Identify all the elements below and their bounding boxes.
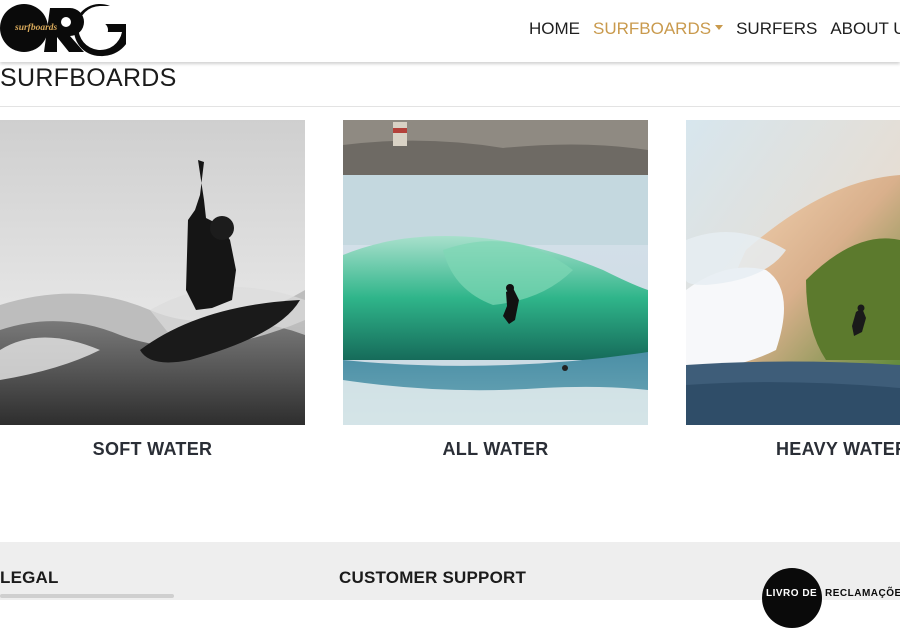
caret-down-icon (715, 25, 724, 31)
category-card-all-water[interactable]: ALL WATER (343, 120, 648, 460)
main-nav: HOME SURFBOARDS SURFERS ABOUT US C (529, 18, 900, 40)
site-header: surfboards HOME SURFBOARDS SURFERS ABOUT… (0, 0, 900, 62)
footer-legal-heading: LEGAL (0, 568, 59, 587)
logo-subtitle: surfboards (15, 23, 58, 33)
card-label[interactable]: SOFT WATER (0, 439, 305, 460)
nav-about-us[interactable]: ABOUT US (830, 18, 900, 40)
heavy-water-image[interactable] (686, 120, 900, 425)
footer-support-heading: CUSTOMER SUPPORT (339, 568, 527, 587)
complaints-book-link[interactable]: LIVRO DE RECLAMAÇÕE (762, 568, 900, 628)
all-water-image[interactable] (343, 120, 648, 425)
nav-surfboards[interactable]: SURFBOARDS (593, 18, 724, 40)
complaints-label-b: RECLAMAÇÕE (825, 588, 900, 599)
site-footer: LEGAL CUSTOMER SUPPORT LIVRO DE RECLAMAÇ… (0, 542, 900, 628)
category-card-heavy-water[interactable]: HEAVY WATER (686, 120, 900, 460)
title-divider (0, 106, 900, 107)
card-label[interactable]: HEAVY WATER (686, 439, 900, 460)
complaints-label-a: LIVRO DE (766, 588, 818, 599)
page-title: SURFBOARDS (0, 64, 177, 92)
site-logo[interactable]: surfboards (0, 2, 126, 58)
soft-water-image[interactable] (0, 120, 305, 425)
card-label[interactable]: ALL WATER (343, 439, 648, 460)
nav-surfboards-label: SURFBOARDS (593, 19, 712, 38)
category-card-soft-water[interactable]: SOFT WATER (0, 120, 305, 460)
nav-surfers[interactable]: SURFERS (736, 18, 817, 40)
legal-underline (0, 594, 174, 598)
nav-home[interactable]: HOME (529, 18, 580, 40)
